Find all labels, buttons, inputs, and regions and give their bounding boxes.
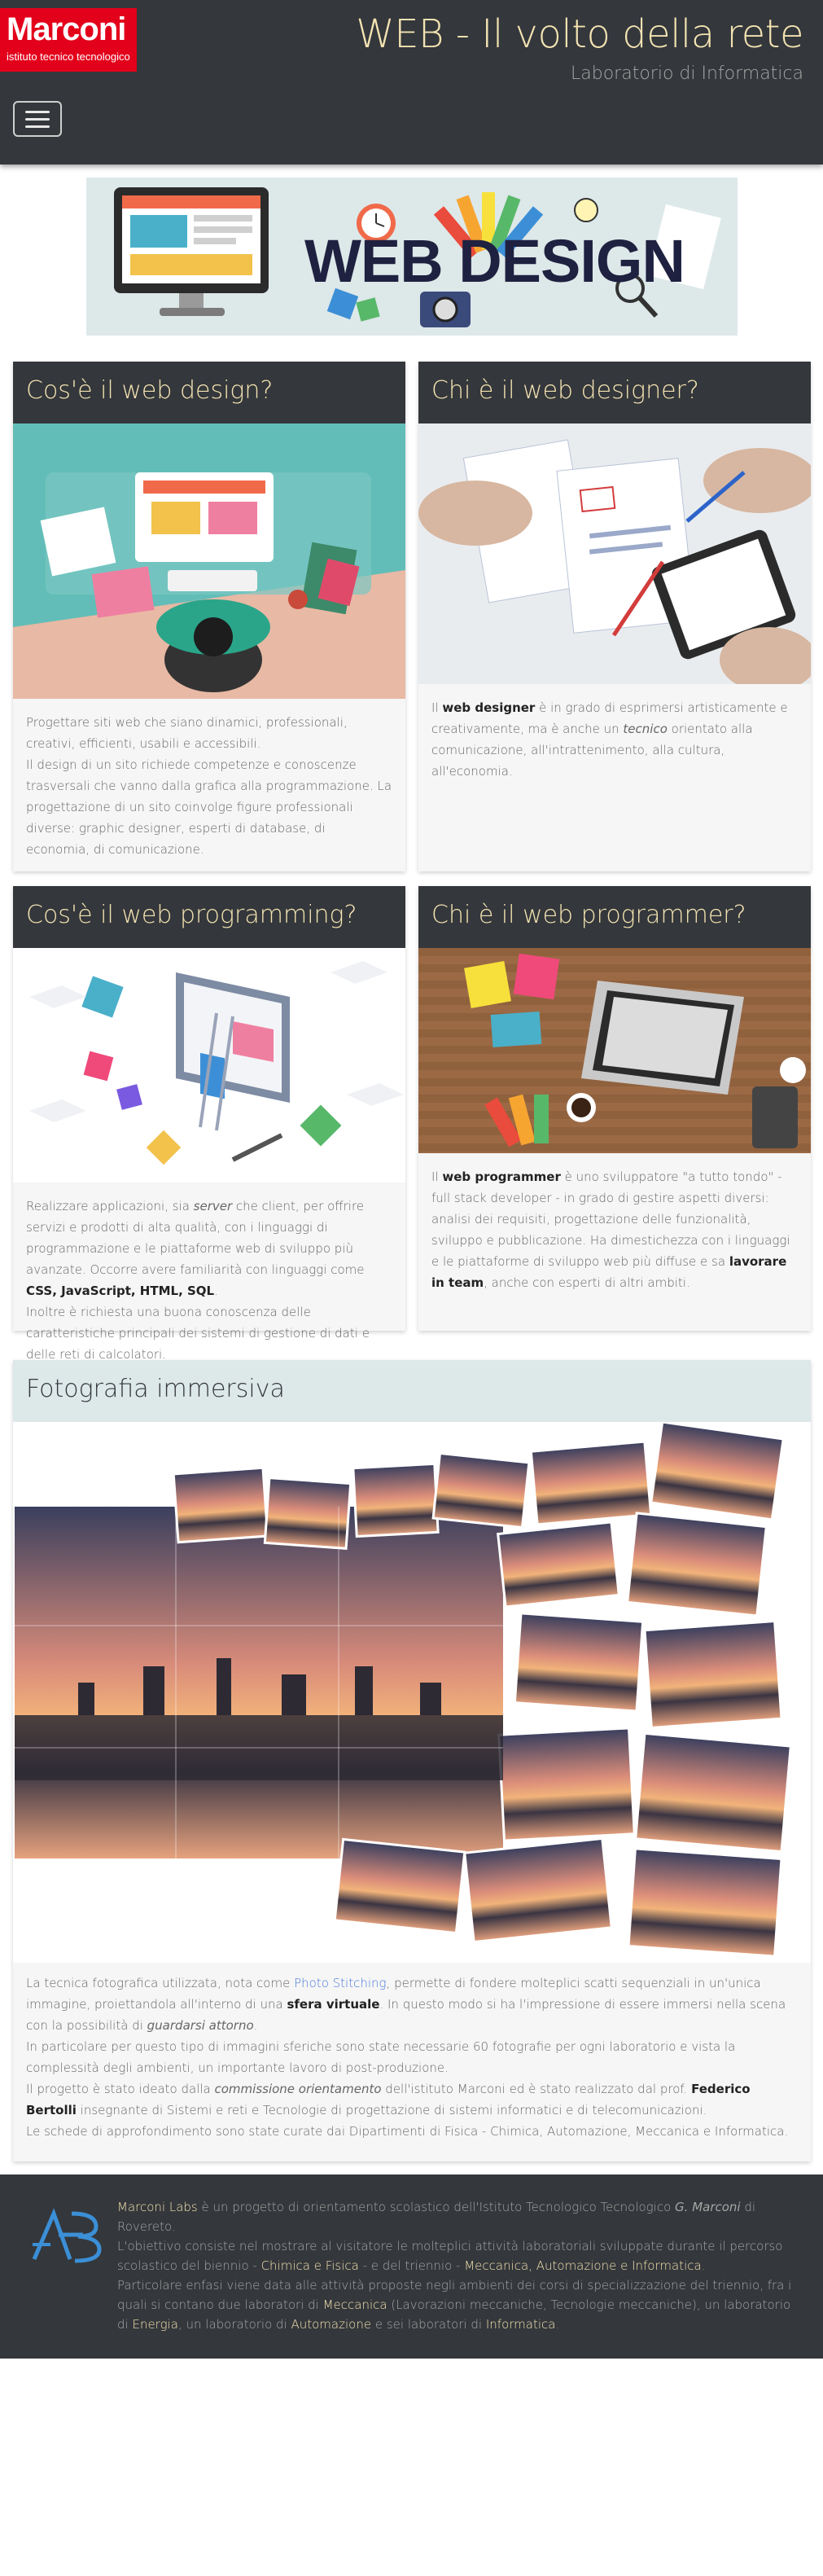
card-paragraph: Progettare siti web che siano dinamici, … — [26, 715, 348, 751]
card-body: Progettare siti web che siano dinamici, … — [13, 699, 405, 873]
footer-highlight: Meccanica, Automazione e Informatica — [464, 2258, 702, 2273]
text-fragment: . — [555, 2317, 560, 2332]
marconi-logo[interactable]: Marconi istituto tecnico tecnologico — [0, 8, 137, 72]
footer-highlight: Informatica — [485, 2317, 556, 2332]
card-body: Il web designer è in grado di esprimersi… — [418, 684, 811, 795]
logo-name: Marconi — [7, 11, 126, 47]
card-title: Fotografia immersiva — [13, 1360, 811, 1422]
card-title: Chi è il web designer? — [418, 362, 811, 423]
text-fragment: dell'istituto Marconi ed è stato realizz… — [381, 2082, 692, 2096]
card-paragraph: Le schede di approfondimento sono state … — [26, 2124, 789, 2139]
highlight-web-programmer: web programmer — [442, 1170, 561, 1184]
site-subtitle: Laboratorio di Informatica — [571, 64, 803, 84]
italic-guardarsi-attorno: guardarsi attorno — [147, 2018, 254, 2033]
text-fragment: insegnante di Sistemi e reti e Tecnologi… — [76, 2103, 707, 2117]
text-fragment: . — [253, 2018, 258, 2033]
footer-highlight: Chimica e Fisica — [260, 2258, 359, 2273]
text-fragment: Il — [431, 700, 443, 715]
marconi-labs-logo-icon[interactable] — [26, 2202, 107, 2267]
card-web-programmer: Chi è il web programmer? Il web programm… — [418, 886, 811, 1331]
card-body: La tecnica fotografica utilizzata, nota … — [13, 1963, 811, 2155]
desk-illustration — [13, 423, 405, 699]
card-paragraph: In particolare per questo tipo di immagi… — [26, 2039, 736, 2075]
text-fragment: - e del triennio - — [358, 2258, 465, 2273]
highlight-sfera-virtuale: sfera virtuale — [287, 1997, 380, 2012]
italic-server: server — [193, 1199, 233, 1213]
footer-brand: Marconi Labs — [117, 2200, 198, 2214]
site-footer: Marconi Labs è un progetto di orientamen… — [0, 2174, 823, 2359]
card-paragraph: Inoltre è richiesta una buona conoscenza… — [26, 1305, 370, 1362]
card-web-design: Cos'è il web design? Progettare siti web… — [13, 362, 405, 871]
highlight-languages: CSS, JavaScript, HTML, SQL — [26, 1284, 215, 1298]
web-programmer-image — [418, 948, 811, 1153]
web-designer-image — [418, 423, 811, 684]
photo-stitching-image — [13, 1422, 811, 1963]
footer-paragraph: L'obiettivo consiste nel mostrare al vis… — [117, 2236, 799, 2275]
card-paragraph: Realizzare applicazioni, sia server che … — [26, 1196, 392, 1301]
italic-tecnico: tecnico — [623, 722, 668, 736]
text-fragment: . — [214, 1284, 218, 1298]
card-web-designer: Chi è il web designer? Il web designer è… — [418, 362, 811, 871]
hamburger-menu-button[interactable] — [13, 101, 62, 137]
footer-paragraph: Particolare enfasi viene data alle attiv… — [117, 2275, 799, 2334]
text-fragment: , anche con esperti di altri ambiti. — [484, 1275, 690, 1290]
footer-description: Marconi Labs è un progetto di orientamen… — [117, 2197, 799, 2334]
banner-title: WEB DESIGN — [304, 227, 685, 295]
sketch-illustration — [418, 423, 811, 684]
footer-paragraph: Marconi Labs è un progetto di orientamen… — [117, 2197, 799, 2236]
card-paragraph: Il design di un sito richiede competenze… — [26, 757, 392, 857]
card-fotografia-immersiva: Fotografia immersiva La tecnica fotograf… — [13, 1360, 811, 2161]
stitched-cityscape-illustration — [13, 1422, 811, 1963]
highlight-web-designer: web designer — [442, 700, 536, 715]
menu-bar-icon — [25, 110, 50, 113]
logo-subtitle: istituto tecnico tecnologico — [7, 50, 130, 63]
menu-bar-icon — [25, 125, 50, 128]
card-body: Il web programmer è uno sviluppatore "a … — [418, 1153, 811, 1306]
text-fragment: Il — [431, 1170, 443, 1184]
web-design-image — [13, 423, 405, 699]
italic-commissione: commissione orientamento — [214, 2082, 382, 2096]
footer-highlight: Meccanica — [322, 2297, 387, 2312]
card-title: Chi è il web programmer? — [418, 886, 811, 948]
text-fragment: . — [701, 2258, 706, 2273]
card-paragraph: Il progetto è stato ideato dalla commiss… — [26, 2078, 798, 2121]
text-fragment: Il progetto è stato ideato dalla — [26, 2082, 215, 2096]
photo-stitching-link[interactable]: Photo Stitching — [294, 1976, 386, 1990]
web-programming-image — [13, 948, 405, 1183]
text-fragment: Realizzare applicazioni, sia — [26, 1199, 194, 1213]
card-body: Realizzare applicazioni, sia server che … — [13, 1183, 405, 1378]
site-header: Marconi istituto tecnico tecnologico WEB… — [0, 0, 823, 165]
footer-highlight: Automazione — [291, 2317, 372, 2332]
text-fragment: è un progetto di orientamento scolastico… — [197, 2200, 676, 2214]
site-title: WEB - Il volto della rete — [356, 11, 803, 57]
text-fragment: La tecnica fotografica utilizzata, nota … — [26, 1976, 295, 1990]
desk-photo-illustration — [418, 948, 811, 1153]
web-design-banner: WEB DESIGN — [86, 178, 738, 336]
card-web-programming: Cos'è il web programming? Realizzare app… — [13, 886, 405, 1362]
isometric-illustration — [13, 948, 405, 1183]
text-fragment: , un laboratorio di — [177, 2317, 291, 2332]
footer-highlight: Energia — [132, 2317, 178, 2332]
menu-bar-icon — [25, 117, 50, 121]
card-title: Cos'è il web design? — [13, 362, 405, 423]
text-fragment: e sei laboratori di — [371, 2317, 486, 2332]
card-paragraph: La tecnica fotografica utilizzata, nota … — [26, 1973, 798, 2036]
italic-marconi: G. Marconi — [675, 2200, 741, 2214]
card-title: Cos'è il web programming? — [13, 886, 405, 948]
